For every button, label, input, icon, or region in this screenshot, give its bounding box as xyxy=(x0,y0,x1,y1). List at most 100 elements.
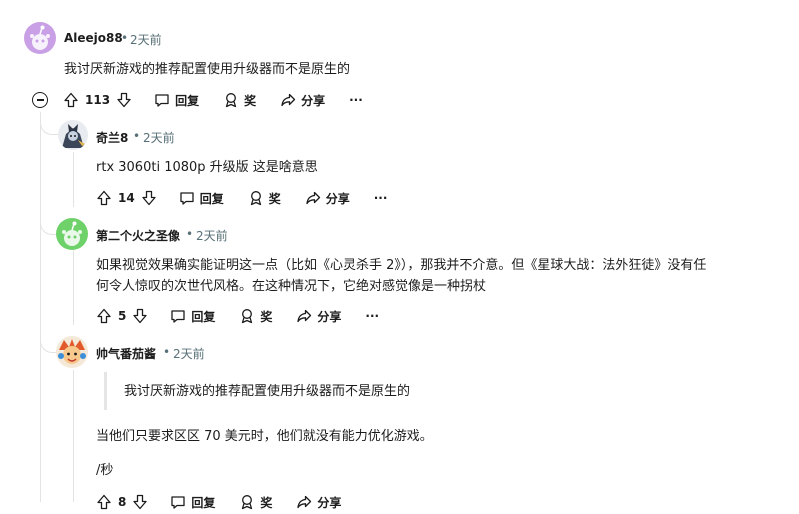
more-options-button[interactable]: ··· xyxy=(349,88,363,112)
share-icon xyxy=(297,309,312,323)
upvote-button[interactable] xyxy=(96,186,112,210)
award-button[interactable]: 奖 xyxy=(223,88,256,112)
blockquote-text: 我讨厌新游戏的推荐配置使用升级器而不是原生的 xyxy=(124,384,411,399)
comment-timestamp[interactable]: 2天前 xyxy=(143,129,175,146)
reply-button[interactable]: 回复 xyxy=(154,88,199,112)
comment-body-line: 如果视觉效果确实能证明这一点（比如《心灵杀手 2》），那我并不介意。但《星球大战… xyxy=(96,258,707,273)
snoo-avatar-icon xyxy=(30,25,50,50)
comment-username[interactable]: Aleejo88 xyxy=(64,31,123,45)
thread-line-child xyxy=(73,152,74,207)
collapse-icon xyxy=(36,99,44,101)
thread-line-child xyxy=(73,370,74,502)
reply-label: 回复 xyxy=(191,495,216,510)
share-label: 分享 xyxy=(301,93,326,108)
share-button[interactable]: 分享 xyxy=(296,304,341,328)
comment-username[interactable]: 帅气番茄酱 xyxy=(96,345,156,362)
downvote-button[interactable] xyxy=(132,304,148,328)
reply-button[interactable]: 回复 xyxy=(170,490,215,514)
comment-separator: • xyxy=(121,31,129,45)
more-icon: ··· xyxy=(365,309,380,323)
comment-icon xyxy=(171,496,186,509)
downvote-button[interactable] xyxy=(116,88,132,112)
vote-count: 5 xyxy=(118,309,127,323)
more-options-button[interactable]: ··· xyxy=(374,186,388,210)
award-icon xyxy=(250,191,261,206)
upvote-icon xyxy=(97,494,111,510)
vote-count: 8 xyxy=(118,495,127,509)
more-icon: ··· xyxy=(373,191,388,205)
award-icon xyxy=(242,495,253,510)
share-icon xyxy=(281,93,296,107)
downvote-button[interactable] xyxy=(141,186,157,210)
award-button[interactable]: 奖 xyxy=(239,304,272,328)
comment-body: rtx 3060ti 1080p 升级版 这是啥意思 xyxy=(96,160,318,175)
upvote-button[interactable] xyxy=(63,88,79,112)
snoo-avatar-icon xyxy=(62,221,82,246)
collapse-thread-button[interactable] xyxy=(32,92,48,108)
comment-timestamp[interactable]: 2天前 xyxy=(173,345,205,362)
thread-branch xyxy=(40,120,59,135)
downvote-icon xyxy=(133,308,148,324)
award-button[interactable]: 奖 xyxy=(239,490,272,514)
share-button[interactable]: 分享 xyxy=(280,88,325,112)
comment-timestamp[interactable]: 2天前 xyxy=(196,227,228,244)
comment-icon xyxy=(171,310,186,323)
comment-username[interactable]: 第二个火之圣像 xyxy=(96,227,180,244)
comment-signoff: /秒 xyxy=(96,463,114,478)
downvote-icon xyxy=(117,92,131,108)
robot-avatar-icon xyxy=(62,124,85,148)
comment-actions: 14 回复 奖 分享 ··· xyxy=(96,186,387,210)
share-icon xyxy=(297,495,312,509)
thread-line-child xyxy=(73,250,74,325)
avatar[interactable] xyxy=(56,336,88,368)
avatar[interactable] xyxy=(56,218,88,250)
vote-count: 14 xyxy=(118,191,135,205)
comment-username[interactable]: 奇兰8 xyxy=(96,129,128,146)
comment-icon xyxy=(155,94,169,107)
blockquote-bar xyxy=(104,372,107,410)
comment-actions: 8 回复 奖 分享 xyxy=(96,490,341,514)
upvote-icon xyxy=(64,92,78,108)
downvote-button[interactable] xyxy=(132,490,148,514)
comment-separator: • xyxy=(186,227,194,241)
comment-timestamp[interactable]: 2天前 xyxy=(130,31,162,48)
award-icon xyxy=(225,93,237,108)
comment-body: 我讨厌新游戏的推荐配置使用升级器而不是原生的 xyxy=(64,62,351,77)
thread-line-root xyxy=(40,112,41,502)
upvote-button[interactable] xyxy=(96,490,112,514)
reply-label: 回复 xyxy=(175,93,200,108)
vote-count: 113 xyxy=(85,93,111,107)
more-options-button[interactable]: ··· xyxy=(365,304,379,328)
reply-button[interactable]: 回复 xyxy=(179,186,224,210)
avatar[interactable] xyxy=(24,22,56,54)
award-button[interactable]: 奖 xyxy=(248,186,281,210)
downvote-icon xyxy=(133,494,148,510)
avatar[interactable] xyxy=(58,120,88,150)
award-label: 奖 xyxy=(260,309,273,324)
reply-label: 回复 xyxy=(199,191,224,206)
upvote-icon xyxy=(97,308,111,324)
comment-body-line: 何令人惊叹的次世代风格。在这种情况下，它绝对感觉像是一种拐杖 xyxy=(96,279,487,294)
award-label: 奖 xyxy=(244,93,257,108)
share-label: 分享 xyxy=(317,495,342,510)
upvote-icon xyxy=(97,190,111,206)
share-icon xyxy=(306,191,320,205)
more-icon: ··· xyxy=(349,93,363,107)
upvote-button[interactable] xyxy=(96,304,112,328)
comment-body: 当他们只要求区区 70 美元时，他们就没有能力优化游戏。 xyxy=(96,429,433,444)
comment-icon xyxy=(180,192,194,205)
comment-actions: 113 回复 奖 分享 ··· xyxy=(63,88,363,112)
reply-label: 回复 xyxy=(191,309,216,324)
share-button[interactable]: 分享 xyxy=(305,186,350,210)
reply-button[interactable]: 回复 xyxy=(170,304,215,328)
comment-separator: • xyxy=(163,345,171,359)
award-label: 奖 xyxy=(260,495,273,510)
comment-separator: • xyxy=(133,129,141,143)
share-label: 分享 xyxy=(317,309,342,324)
downvote-icon xyxy=(142,190,156,206)
character-avatar-icon xyxy=(58,339,86,364)
award-icon xyxy=(242,309,253,324)
share-label: 分享 xyxy=(325,191,350,206)
comment-actions: 5 回复 奖 分享 ··· xyxy=(96,304,379,328)
share-button[interactable]: 分享 xyxy=(296,490,341,514)
